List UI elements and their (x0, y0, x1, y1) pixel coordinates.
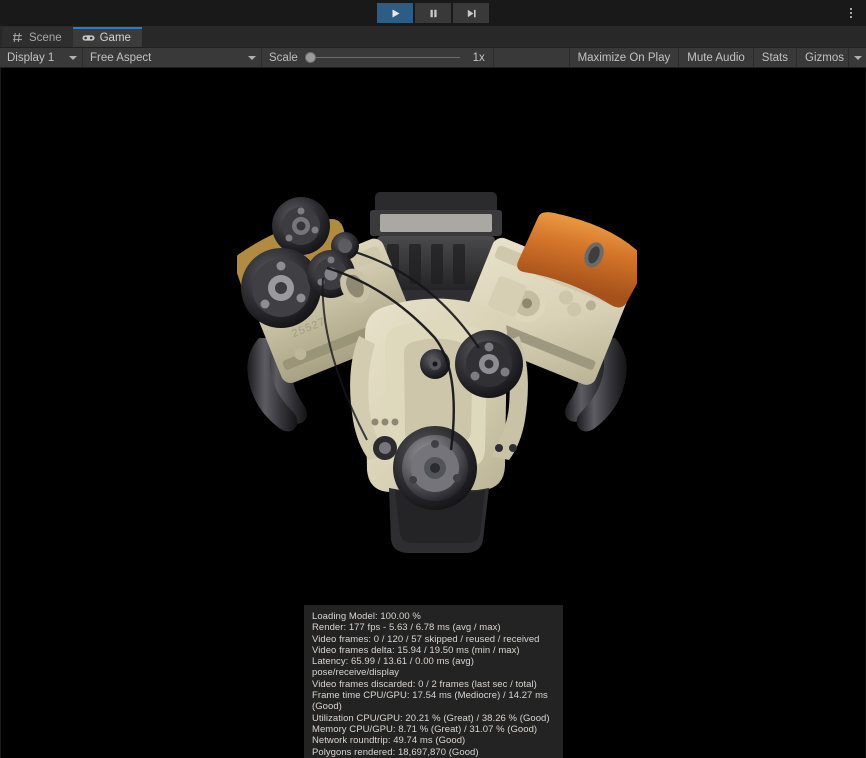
chevron-down-icon (248, 56, 256, 60)
stat-line-frame-time: Frame time CPU/GPU: 17.54 ms (Mediocre) … (312, 690, 555, 713)
performance-stats-overlay: Loading Model: 100.00 % Render: 177 fps … (304, 605, 563, 758)
play-controls-group (377, 3, 489, 23)
stat-line-utilization: Utilization CPU/GPU: 20.21 % (Great) / 3… (312, 713, 555, 724)
stat-line-video-frames-discarded: Video frames discarded: 0 / 2 frames (la… (312, 679, 555, 690)
chevron-down-icon (854, 56, 862, 60)
mute-audio-button[interactable]: Mute Audio (679, 48, 753, 67)
chevron-down-icon (69, 56, 77, 60)
stat-line-video-frames-delta: Video frames delta: 15.94 / 19.50 ms (mi… (312, 645, 555, 656)
pause-icon (428, 8, 439, 19)
stats-button[interactable]: Stats (754, 48, 796, 67)
tab-game[interactable]: Game (73, 27, 142, 48)
mute-audio-label: Mute Audio (687, 52, 745, 64)
scale-slider[interactable] (305, 51, 460, 65)
game-viewport[interactable]: 25527 (0, 68, 866, 758)
scale-label: Scale (269, 52, 298, 64)
stats-label: Stats (762, 52, 788, 64)
maximize-on-play-button[interactable]: Maximize On Play (570, 48, 679, 67)
maximize-on-play-label: Maximize On Play (578, 52, 671, 64)
stat-line-latency: Latency: 65.99 / 13.61 / 0.00 ms (avg) p… (312, 656, 555, 679)
display-dropdown-label: Display 1 (7, 52, 54, 64)
view-tab-bar: Scene Game (0, 26, 866, 48)
gizmos-button[interactable]: Gizmos (797, 48, 848, 67)
tab-scene-label: Scene (29, 32, 62, 44)
more-options-icon[interactable] (842, 0, 860, 26)
step-forward-icon (466, 8, 477, 19)
stat-line-video-frames: Video frames: 0 / 120 / 57 skipped / reu… (312, 634, 555, 645)
pause-button[interactable] (415, 3, 451, 23)
stat-line-polygons-rendered: Polygons rendered: 18,697,870 (Good) (312, 747, 555, 758)
scale-slider-knob[interactable] (305, 52, 316, 63)
stat-line-loading-model: Loading Model: 100.00 % (312, 611, 555, 622)
stat-line-network-roundtrip: Network roundtrip: 49.74 ms (Good) (312, 735, 555, 746)
play-button[interactable] (377, 3, 413, 23)
step-button[interactable] (453, 3, 489, 23)
play-icon (390, 8, 401, 19)
gizmos-label: Gizmos (805, 52, 844, 64)
aspect-ratio-label: Free Aspect (90, 52, 151, 64)
tab-scene[interactable]: Scene (2, 27, 73, 48)
scale-control: Scale 1x (262, 48, 493, 67)
stat-line-memory: Memory CPU/GPU: 8.71 % (Great) / 31.07 %… (312, 724, 555, 735)
unity-game-view-window: Scene Game Display 1 Free Aspect Scal (0, 0, 866, 758)
v-engine-3d-model: 25527 (237, 186, 637, 561)
play-controls-bar (0, 0, 866, 26)
stat-line-render: Render: 177 fps - 5.63 / 6.78 ms (avg / … (312, 622, 555, 633)
display-dropdown[interactable]: Display 1 (0, 48, 82, 67)
aspect-ratio-dropdown[interactable]: Free Aspect (83, 48, 261, 67)
grid-icon (11, 32, 24, 44)
gamepad-icon (82, 32, 95, 44)
scale-value: 1x (467, 52, 485, 64)
scale-slider-track (305, 57, 460, 58)
tab-game-label: Game (100, 32, 131, 44)
toolbar-spacer (494, 48, 569, 67)
game-view-toolbar: Display 1 Free Aspect Scale 1x Maximize … (0, 48, 866, 68)
gizmos-dropdown-button[interactable] (849, 48, 866, 67)
